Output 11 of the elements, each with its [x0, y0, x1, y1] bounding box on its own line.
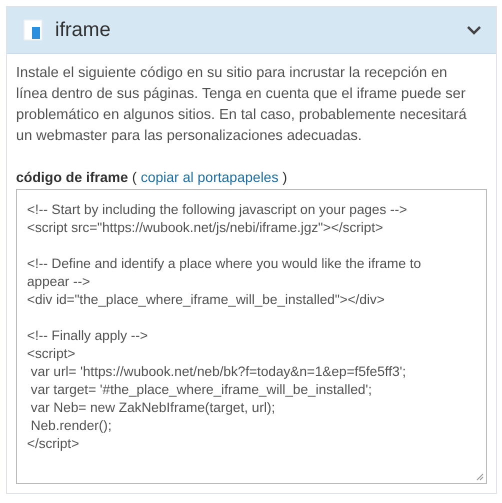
paren-text: )	[282, 169, 288, 185]
copy-link[interactable]: copiar al portapapeles	[140, 169, 278, 185]
paren-text: (	[132, 169, 137, 185]
resize-grip-icon[interactable]	[476, 473, 484, 481]
panel-header[interactable]: iframe	[7, 7, 496, 54]
frame-icon	[23, 19, 43, 41]
description-text: Instale el siguiente código en su sitio para incrustar la recepción en línea dentro de sus páginas. Tenga en cuenta que el iframe puede ser problemático en algunos sitios. En tal caso, probablemente necesitará un webmaster para las personalizaciones adecuadas.	[16, 64, 468, 146]
code-label: código de iframe	[16, 169, 128, 185]
code-field[interactable]: <!-- Start by including the following javascript on your pages --> <script src="https://wubook.net/js/nebi/iframe.jgz"></script> <!-- Define and identify a place where you would like the iframe to appear --> <div id="the_place_where_iframe_will_be_installed"></div> <!-- Finally apply --> <script> var url= 'https://wubook.net/neb/bk?f=today&n=1&ep=f5fe5ff3'; var target= '#the_place_where_iframe_will_be_installed'; var Neb= new ZakNebIframe(target, url); Neb.render(); </script>	[16, 189, 487, 484]
chevron-icon[interactable]	[466, 25, 482, 35]
panel-title: iframe	[55, 18, 112, 42]
